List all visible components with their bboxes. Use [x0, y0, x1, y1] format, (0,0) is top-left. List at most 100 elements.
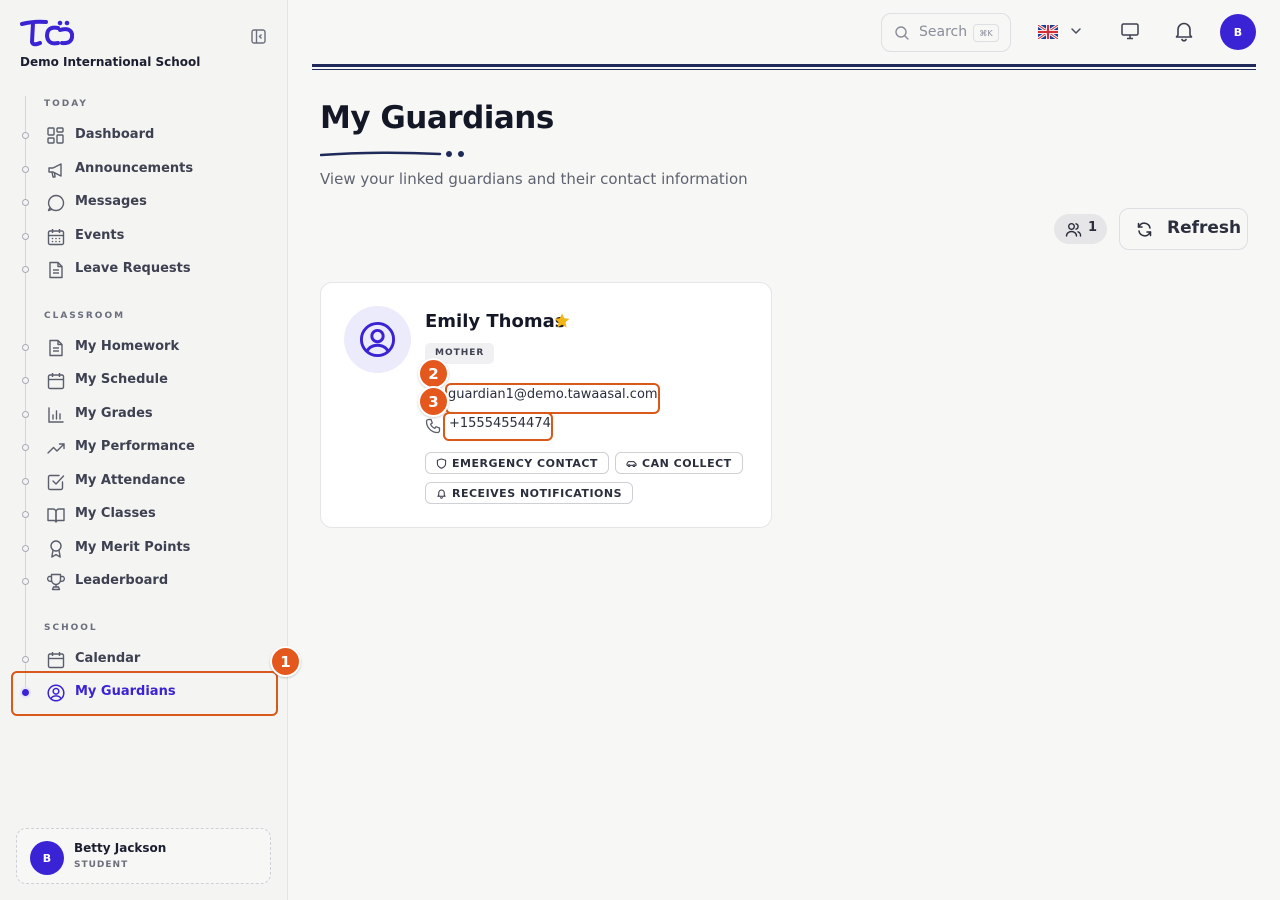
section-title-school: SCHOOL: [44, 623, 98, 633]
award-icon: [50, 540, 62, 558]
page-title: My Guardians: [320, 100, 554, 136]
sidebar-item-label: My Performance: [75, 439, 195, 454]
book-icon: [47, 508, 65, 523]
nav-dot: [22, 478, 29, 485]
nav-timeline: [25, 96, 26, 696]
bell-icon: [437, 489, 446, 499]
user-name: Betty Jackson: [74, 841, 167, 855]
guardian-count-badge: 1: [1054, 214, 1107, 244]
tag-label: EMERGENCY CONTACT: [452, 456, 598, 470]
sidebar-item-label: Dashboard: [75, 127, 155, 142]
bar-chart-icon: [48, 407, 64, 423]
nav-dot-active: [22, 689, 29, 696]
step-marker-3: 3: [418, 386, 449, 417]
sidebar: Demo International School TODAY Dashboar…: [0, 0, 288, 900]
page-subtitle: View your linked guardians and their con…: [320, 170, 748, 188]
language-selector[interactable]: [1038, 22, 1086, 44]
monitor-icon[interactable]: [1119, 20, 1141, 42]
step-marker-1: 1: [270, 646, 301, 677]
sidebar-item-dashboard[interactable]: Dashboard: [20, 121, 270, 151]
sidebar-item-label: My Classes: [75, 506, 156, 521]
sidebar-item-my-schedule[interactable]: My Schedule: [20, 366, 270, 396]
nav-dot: [22, 199, 29, 206]
section-title-today: TODAY: [44, 99, 88, 109]
sidebar-item-label: My Schedule: [75, 372, 168, 387]
sidebar-item-my-attendance[interactable]: My Attendance: [20, 467, 270, 497]
sidebar-item-label: Announcements: [75, 161, 194, 176]
nav-dot: [22, 166, 29, 173]
section-title-classroom: CLASSROOM: [44, 311, 126, 321]
logo: [20, 19, 74, 47]
bell-icon[interactable]: [1172, 19, 1196, 43]
sidebar-item-leave-requests[interactable]: Leave Requests: [20, 255, 270, 285]
shield-icon: [436, 457, 447, 469]
sidebar-item-messages[interactable]: Messages: [20, 188, 270, 218]
sidebar-item-label: Events: [75, 228, 125, 243]
refresh-icon: [1137, 222, 1152, 237]
guardian-count: 1: [1088, 220, 1098, 235]
tag-receives-notifications: RECEIVES NOTIFICATIONS: [425, 482, 634, 504]
uk-flag-icon: [1038, 25, 1058, 39]
guardian-card: Emily Thomas MOTHER guardian1@demo.tawaa…: [320, 282, 772, 528]
search-input[interactable]: Search ⌘K: [881, 13, 1011, 52]
sidebar-item-label: Leaderboard: [75, 573, 169, 588]
phone-icon: [425, 418, 441, 434]
megaphone-icon: [48, 163, 62, 178]
school-name: Demo International School: [20, 55, 201, 69]
phone-row: [425, 415, 441, 437]
trending-up-icon: [47, 443, 65, 454]
checkbox-icon: [47, 474, 65, 491]
sidebar-item-my-homework[interactable]: My Homework: [20, 333, 270, 363]
dashboard-icon: [47, 127, 64, 144]
sidebar-item-calendar[interactable]: Calendar: [20, 645, 270, 675]
nav-dot: [22, 132, 29, 139]
avatar: B: [30, 841, 64, 875]
sidebar-item-my-grades[interactable]: My Grades: [20, 400, 270, 430]
sidebar-item-label: My Grades: [75, 406, 153, 421]
nav-dot: [22, 266, 29, 273]
sidebar-item-label: Leave Requests: [75, 261, 191, 276]
guardian-avatar: [344, 306, 411, 373]
calendar-icon: [47, 373, 65, 390]
sidebar-item-label: Messages: [75, 194, 147, 209]
sidebar-item-my-guardians[interactable]: My Guardians: [20, 678, 270, 708]
tag-label: CAN COLLECT: [642, 456, 732, 470]
sidebar-item-events[interactable]: Events: [20, 222, 270, 252]
calendar-icon: [47, 652, 65, 669]
guardian-phone-link[interactable]: +15554554474: [449, 416, 551, 431]
nav-dot: [22, 545, 29, 552]
refresh-button[interactable]: Refresh: [1119, 208, 1248, 250]
avatar[interactable]: B: [1220, 14, 1256, 50]
message-icon: [47, 194, 65, 212]
chevron-down-icon: [1071, 28, 1081, 34]
sidebar-item-label: Calendar: [75, 651, 141, 666]
nav-dot: [22, 411, 29, 418]
nav-dot: [22, 377, 29, 384]
user-circle-icon: [359, 321, 396, 358]
nav-dot: [22, 511, 29, 518]
current-user-card[interactable]: B Betty Jackson STUDENT: [16, 828, 271, 884]
primary-star-icon: [554, 313, 570, 328]
nav-dot: [22, 656, 29, 663]
nav-dot: [22, 344, 29, 351]
document-icon: [49, 339, 63, 357]
sidebar-item-my-merit-points[interactable]: My Merit Points: [20, 534, 270, 564]
nav-dot: [22, 578, 29, 585]
guardian-email-link[interactable]: guardian1@demo.tawaasal.com: [448, 387, 658, 402]
trophy-icon: [47, 573, 65, 591]
sidebar-item-label: My Merit Points: [75, 540, 191, 555]
sidebar-item-my-performance[interactable]: My Performance: [20, 433, 270, 463]
user-role: STUDENT: [74, 860, 129, 870]
sidebar-item-leaderboard[interactable]: Leaderboard: [20, 567, 270, 597]
search-icon: [895, 26, 909, 40]
tag-label: RECEIVES NOTIFICATIONS: [452, 486, 623, 500]
keyboard-shortcut: ⌘K: [973, 24, 999, 42]
search-placeholder: Search: [919, 24, 968, 40]
refresh-label: Refresh: [1167, 218, 1242, 238]
sidebar-item-announcements[interactable]: Announcements: [20, 155, 270, 185]
guardian-name: Emily Thomas: [425, 311, 566, 332]
nav-dot: [22, 233, 29, 240]
sidebar-collapse-icon[interactable]: [250, 28, 268, 46]
title-underline: [320, 151, 464, 157]
sidebar-item-my-classes[interactable]: My Classes: [20, 500, 270, 530]
